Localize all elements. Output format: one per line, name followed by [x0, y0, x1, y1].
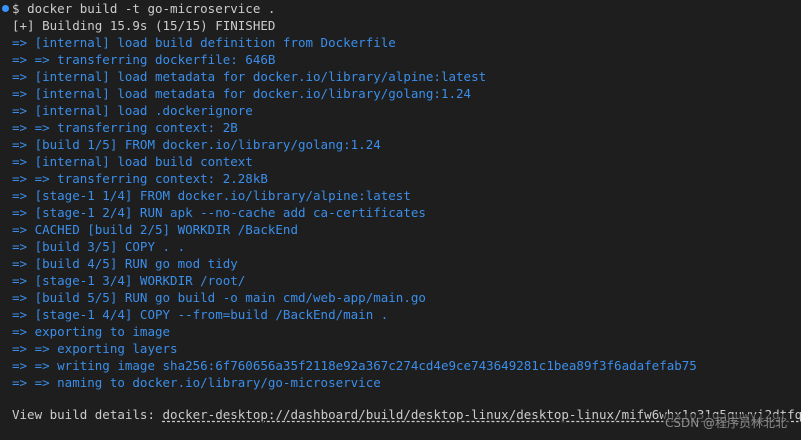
- build-step-line: => => writing image sha256:6f760656a35f2…: [12, 358, 697, 373]
- build-step-line: => [build 3/5] COPY . .: [12, 239, 186, 254]
- build-step-line: => => transferring context: 2B: [12, 120, 238, 135]
- build-step-line: => [build 4/5] RUN go mod tidy: [12, 256, 238, 271]
- command-line: $ docker build -t go-microservice .: [12, 0, 275, 17]
- build-step-line: => exporting to image: [12, 324, 171, 339]
- build-step-line: => [internal] load build definition from…: [12, 35, 396, 50]
- build-step-line: => [stage-1 4/4] COPY --from=build /Back…: [12, 307, 389, 322]
- view-details-label: View build details:: [12, 407, 155, 422]
- prompt-symbol: $: [12, 1, 20, 16]
- build-step-line: => [internal] load metadata for docker.i…: [12, 69, 487, 84]
- build-step-line: => [stage-1 3/4] WORKDIR /root/: [12, 273, 246, 288]
- watermark: CSDN @程序员林北北: [662, 414, 789, 431]
- build-step-line: => [internal] load build context: [12, 154, 253, 169]
- build-step-line: => => exporting layers: [12, 341, 178, 356]
- build-step-line: => CACHED [build 2/5] WORKDIR /BackEnd: [12, 222, 298, 237]
- terminal-output[interactable]: $ docker build -t go-microservice . [+] …: [0, 0, 801, 440]
- build-step-line: => [stage-1 1/4] FROM docker.io/library/…: [12, 188, 411, 203]
- prompt-status-dot-icon: [2, 5, 9, 12]
- build-step-line: => => transferring context: 2.28kB: [12, 171, 268, 186]
- build-step-line: => [build 5/5] RUN go build -o main cmd/…: [12, 290, 426, 305]
- build-step-line: => [internal] load .dockerignore: [12, 103, 253, 118]
- build-step-line: => [build 1/5] FROM docker.io/library/go…: [12, 137, 381, 152]
- build-step-line: => [internal] load metadata for docker.i…: [12, 86, 472, 101]
- command-text: docker build -t go-microservice .: [27, 1, 276, 16]
- build-step-line: => => naming to docker.io/library/go-mic…: [12, 375, 381, 390]
- build-step-line: => [stage-1 2/4] RUN apk --no-cache add …: [12, 205, 426, 220]
- build-status-line: [+] Building 15.9s (15/15) FINISHED: [12, 18, 276, 33]
- build-step-line: => => transferring dockerfile: 646B: [12, 52, 276, 67]
